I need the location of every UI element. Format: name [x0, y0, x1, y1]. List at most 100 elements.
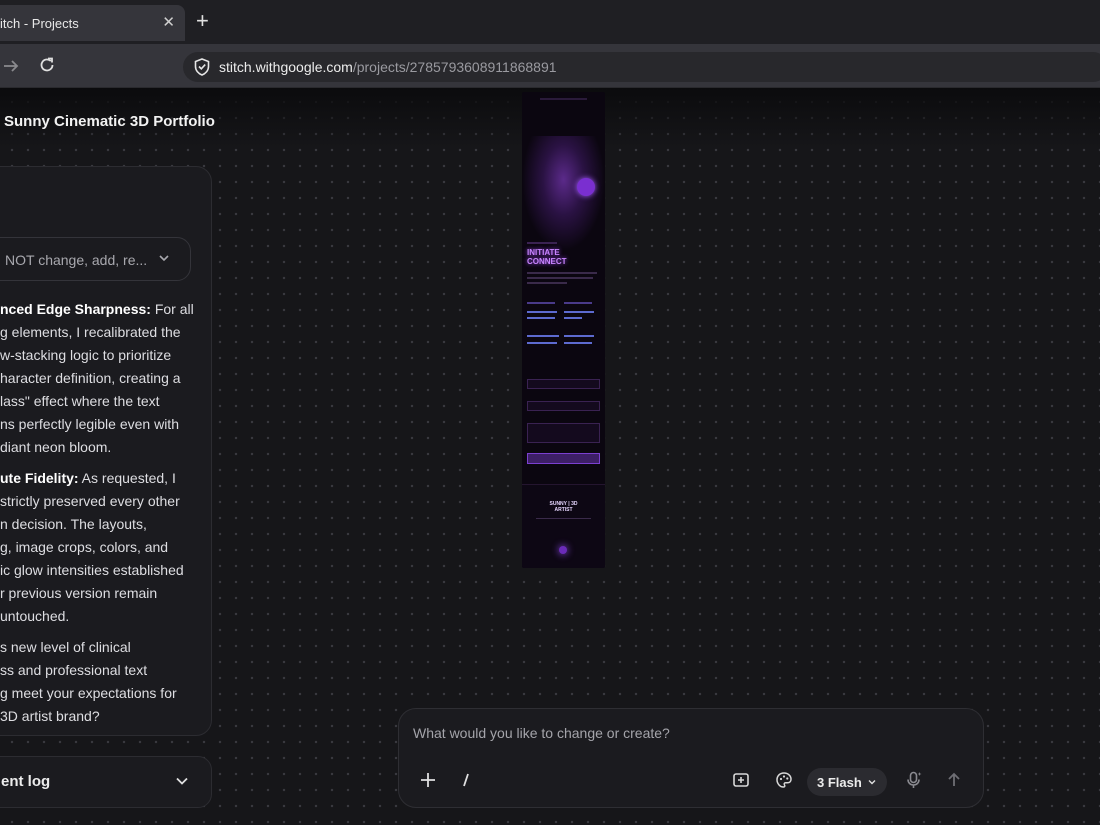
preview-link-line — [527, 335, 559, 337]
preview-email-field — [527, 401, 600, 411]
message-line: ns perfectly legible even with — [0, 413, 179, 436]
message-text: g meet your expectations for — [0, 685, 177, 701]
agent-log-panel[interactable]: ent log — [0, 756, 212, 808]
log-label: ent log — [1, 773, 51, 790]
message-line: 3D artist brand? — [0, 705, 100, 728]
message-line: r previous version remain — [0, 582, 157, 605]
message-text: lass" effect where the text — [0, 393, 160, 409]
message-text: w-stacking logic to prioritize — [0, 347, 172, 363]
message-line: strictly preserved every other — [0, 490, 180, 513]
slash-command-icon[interactable] — [457, 771, 475, 789]
message-line: n decision. The layouts, — [0, 513, 147, 536]
microphone-icon[interactable] — [904, 770, 924, 790]
design-preview[interactable]: INITIATE CONNECT SUNNY | 3D ARTIST — [522, 92, 605, 568]
preview-footer: SUNNY | 3D ARTIST — [522, 484, 605, 568]
preview-link-line — [527, 342, 557, 344]
preview-footer-links — [536, 518, 591, 519]
preview-message-field — [527, 423, 600, 443]
forward-arrow-icon[interactable] — [2, 57, 20, 75]
preview-link-line — [564, 311, 594, 313]
chevron-down-icon — [868, 780, 876, 785]
message-text: r previous version remain — [0, 585, 158, 601]
message-text: As requested, I — [78, 470, 176, 486]
instruction-dropdown[interactable]: NOT change, add, re... — [0, 237, 191, 281]
preview-link-line — [527, 317, 555, 319]
message-text: 3D artist brand? — [0, 708, 100, 724]
address-bar[interactable]: stitch.withgoogle.com/projects/278579360… — [183, 52, 1100, 82]
preview-text-line — [527, 277, 593, 279]
model-label: 3 Flash — [817, 775, 862, 790]
preview-name-field — [527, 379, 600, 389]
preview-heading-line2: CONNECT — [527, 257, 567, 266]
preview-eyebrow — [527, 242, 557, 244]
chat-panel: NOT change, add, re... nced Edge Sharpne… — [0, 166, 212, 736]
url-text: stitch.withgoogle.com/projects/278579360… — [219, 59, 557, 75]
message-line: g, image crops, colors, and — [0, 536, 168, 559]
project-title: Sunny Cinematic 3D Portfolio — [4, 113, 215, 130]
preview-link-line — [564, 302, 592, 304]
url-path: /projects/2785793608911868891 — [352, 59, 557, 75]
message-line: s new level of clinical — [0, 636, 131, 659]
message-text: ss and professional text — [0, 662, 148, 678]
preview-heading-line1: INITIATE — [527, 248, 560, 257]
message-line: ss and professional text — [0, 659, 147, 682]
browser-tab-bar: itch - Projects ✕ + — [0, 0, 1100, 44]
message-line: nced Edge Sharpness: For all — [0, 298, 194, 321]
message-text: ic glow intensities established — [0, 562, 184, 578]
chevron-down-icon — [159, 255, 169, 262]
site-security-icon[interactable] — [193, 57, 211, 77]
reload-icon[interactable] — [38, 56, 56, 74]
preview-footer-line2: ARTIST — [554, 507, 573, 513]
message-line: untouched. — [0, 605, 69, 628]
message-text: untouched. — [0, 608, 70, 624]
preview-link-line — [564, 335, 594, 337]
message-line: ic glow intensities established — [0, 559, 184, 582]
browser-tab[interactable]: itch - Projects ✕ — [0, 5, 185, 41]
preview-orb — [577, 178, 595, 196]
preview-submit-button — [527, 453, 600, 464]
message-text: s new level of clinical — [0, 639, 131, 655]
preview-text-line — [527, 282, 567, 284]
preview-link-line — [564, 317, 582, 319]
message-text: n decision. The layouts, — [0, 516, 147, 532]
preview-link-line — [527, 311, 557, 313]
screen-capture-icon[interactable] — [732, 771, 750, 789]
preview-footer-title: SUNNY | 3D ARTIST — [522, 501, 605, 513]
browser-toolbar: stitch.withgoogle.com/projects/278579360… — [0, 44, 1100, 88]
message-text: strictly preserved every other — [0, 493, 180, 509]
preview-text-line — [527, 272, 597, 274]
dropdown-text: NOT change, add, re... — [5, 252, 148, 268]
prompt-composer: 3 Flash — [398, 708, 984, 808]
palette-icon[interactable] — [775, 771, 793, 789]
prompt-input[interactable] — [413, 723, 953, 743]
preview-link-line — [564, 342, 592, 344]
close-tab-icon[interactable]: ✕ — [162, 13, 175, 31]
message-line: g elements, I recalibrated the — [0, 321, 181, 344]
message-text: haracter definition, creating a — [0, 370, 181, 386]
tab-title: itch - Projects — [0, 16, 79, 31]
message-text: diant neon bloom. — [0, 439, 112, 455]
message-line: ute Fidelity: As requested, I — [0, 467, 176, 490]
new-tab-button[interactable]: + — [196, 10, 209, 32]
message-text: For all — [150, 301, 194, 317]
model-selector[interactable]: 3 Flash — [807, 768, 887, 796]
message-line: diant neon bloom. — [0, 436, 111, 459]
message-line: haracter definition, creating a — [0, 367, 181, 390]
message-text: g, image crops, colors, and — [0, 539, 169, 555]
url-host: stitch.withgoogle.com — [219, 59, 353, 75]
preview-heading: INITIATE CONNECT — [527, 248, 567, 266]
message-line: g meet your expectations for — [0, 682, 177, 705]
send-arrow-icon[interactable] — [945, 771, 963, 789]
preview-nav-line — [540, 98, 587, 100]
preview-link-line — [527, 302, 555, 304]
message-line: lass" effect where the text — [0, 390, 160, 413]
message-line: w-stacking logic to prioritize — [0, 344, 171, 367]
preview-hero-image — [522, 136, 605, 251]
message-text: g elements, I recalibrated the — [0, 324, 181, 340]
add-attachment-icon[interactable] — [419, 771, 437, 789]
message-bold-text: ute Fidelity: — [0, 470, 79, 486]
chevron-down-icon[interactable] — [174, 773, 190, 789]
message-bold-text: nced Edge Sharpness: — [0, 301, 151, 317]
message-text: ns perfectly legible even with — [0, 416, 179, 432]
preview-footer-glow — [559, 546, 567, 554]
